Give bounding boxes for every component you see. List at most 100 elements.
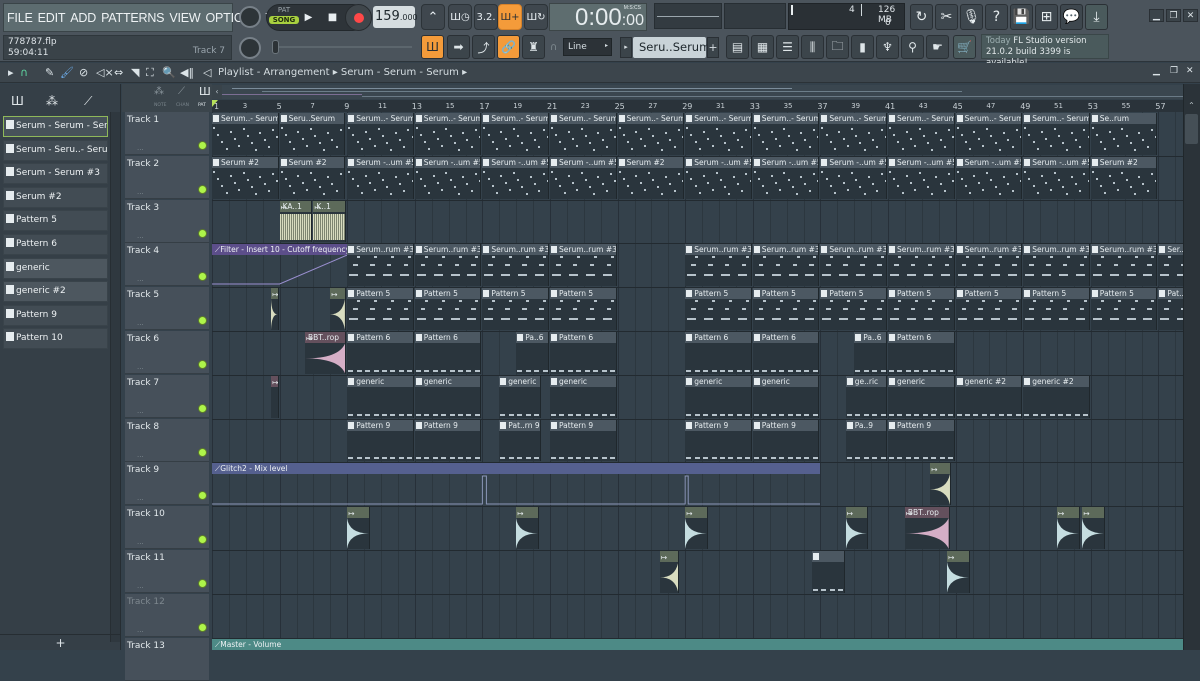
track-mute-led[interactable] (199, 142, 206, 149)
pattern-item[interactable]: Pattern 6 (3, 234, 108, 255)
stop-icon[interactable]: ■ (321, 4, 344, 31)
master-pitch-knob[interactable] (239, 37, 261, 59)
pattern-clip[interactable]: Pa..9 (845, 419, 887, 462)
link-button[interactable]: 🔗 (497, 35, 520, 59)
pattern-clip[interactable]: Serum..- Serum (1023, 113, 1090, 155)
piano-roll-button[interactable]: ▦ (751, 35, 774, 59)
slider-handle[interactable] (272, 40, 279, 54)
playlist-pattern-crumb[interactable]: Serum - Serum - Serum (341, 67, 459, 78)
audio-clip[interactable]: ↦ (330, 288, 347, 330)
pattern-clip[interactable]: Serum -..um #5 (550, 156, 617, 199)
add-pattern-plus[interactable]: + (0, 634, 121, 650)
pattern-item[interactable]: generic (3, 257, 108, 279)
wait-input-button[interactable]: Ш◷ (448, 4, 472, 30)
project-info-button[interactable]: ▮ (851, 35, 874, 59)
pattern-clip[interactable]: Pa..6 (854, 332, 887, 374)
pattern-clip[interactable]: Serum..- Serum (955, 113, 1023, 155)
pattern-clip[interactable]: Se..rum (1090, 113, 1158, 155)
pattern-clip[interactable]: generic #2 (1023, 375, 1090, 418)
piano-roll-tab-icon[interactable]: Ш (11, 94, 24, 108)
overdub-button[interactable]: Ш+ (498, 4, 522, 30)
scroll-left-icon[interactable]: ‹ (212, 85, 222, 99)
track-header[interactable]: Track 6... (125, 331, 209, 374)
pattern-clip[interactable]: Serum..rum #3 (1090, 244, 1158, 287)
pattern-clip[interactable]: Serum..- Serum (820, 113, 887, 155)
menu-view[interactable]: VIEW (169, 11, 200, 25)
pattern-clip[interactable]: Pattern 6 (752, 332, 820, 374)
pattern-item[interactable]: Pattern 10 (3, 328, 108, 350)
pattern-clip[interactable]: Serum -..um #5 (347, 156, 414, 199)
pattern-prev-button[interactable]: ▸ (620, 37, 632, 58)
pattern-clip[interactable]: Serum..- Serum (888, 113, 955, 155)
audio-clip[interactable]: ↦ (685, 507, 708, 549)
pattern-clip[interactable]: Pattern 6 (888, 332, 955, 374)
pattern-clip[interactable]: Pattern 5 (752, 288, 820, 330)
browser-button[interactable]: 🗀 (826, 35, 849, 59)
pattern-clip[interactable]: Pa..6 (516, 332, 549, 374)
pattern-clip[interactable]: Serum -..um #5 (752, 156, 820, 199)
track-options-icon[interactable]: ... (137, 582, 144, 590)
pattern-clip[interactable]: Pattern 5 (820, 288, 887, 330)
track-header[interactable]: Track 7... (125, 374, 209, 418)
track-header[interactable]: Track 9... (125, 462, 209, 506)
mixer-button[interactable]: ⫼ (801, 35, 824, 59)
chat-button[interactable]: 💬 (1060, 4, 1083, 30)
track-options-icon[interactable]: ... (137, 144, 144, 152)
channel-rack-button[interactable]: ☰ (776, 35, 799, 59)
audio-clip[interactable]: ↦ (1082, 507, 1105, 549)
track-mute-led[interactable] (199, 623, 206, 631)
track-mute-led[interactable] (199, 273, 206, 281)
pattern-clip[interactable]: Serum..rum #3 (888, 244, 955, 287)
pattern-clip[interactable]: Serum -..um #5 (820, 156, 887, 199)
automation-tab-icon[interactable]: ⟋ (84, 94, 92, 109)
track-header[interactable]: Track 5... (125, 287, 209, 331)
record-button[interactable] (345, 4, 372, 31)
pattern-filter-icon[interactable]: Ш (199, 85, 211, 98)
tempo-display[interactable]: 159.000 (373, 6, 418, 28)
track-header[interactable]: Track 1... (125, 112, 209, 155)
pattern-clip[interactable]: Seru..Serum (279, 113, 345, 155)
snap-select[interactable]: Line ▸ (563, 38, 612, 56)
track-mute-led[interactable] (199, 448, 206, 456)
loop-record-button[interactable]: Ш↻ (524, 4, 548, 30)
slice-icon[interactable]: ◥ (131, 66, 139, 79)
arrangement-grid[interactable]: Serum..- Serum Seru..Serum Serum..- Serum S… (212, 112, 1183, 650)
pattern-clip[interactable]: generic (550, 375, 617, 418)
maximize-playlist-icon[interactable]: ❐ (1170, 66, 1178, 76)
vertical-scrollbar[interactable] (1183, 84, 1200, 650)
track-mute-led[interactable] (199, 536, 206, 544)
pattern-clip[interactable]: Serum..- Serum (617, 113, 685, 155)
track-options-icon[interactable]: ... (137, 451, 144, 459)
track-header[interactable]: Track 8... (125, 418, 209, 462)
pattern-clip[interactable]: Serum..- Serum (347, 113, 414, 155)
pattern-clip[interactable] (811, 551, 845, 593)
master-pitch-slider[interactable] (272, 46, 412, 48)
track-options-icon[interactable]: ... (137, 363, 144, 371)
pattern-clip[interactable]: Serum..rum #3 (347, 244, 414, 287)
audio-clip[interactable]: ↦ (930, 463, 952, 506)
automation-filter-icon[interactable]: ⟋ (178, 86, 185, 97)
close-playlist-icon[interactable]: ✕ (1186, 66, 1194, 76)
track-header[interactable]: Track 13 (125, 637, 209, 681)
plugin-database-button[interactable]: ♆ (876, 35, 899, 59)
pattern-clip[interactable]: Serum..rum #3 (1023, 244, 1090, 287)
audio-tab-icon[interactable]: ⁂ (46, 94, 58, 108)
master-volume-knob[interactable] (239, 6, 261, 28)
undo-history-button[interactable]: ↻ (910, 4, 933, 30)
pattern-clip[interactable]: Pattern 5 (888, 288, 955, 330)
pattern-item[interactable]: Serum - Serum #3 (3, 163, 108, 185)
help-button[interactable]: ? (985, 4, 1008, 30)
audio-clip[interactable]: ↦ (516, 507, 539, 549)
pattern-clip[interactable]: Pattern 5 (955, 288, 1023, 330)
pattern-clip[interactable]: Serum -..um #5 (685, 156, 752, 199)
pattern-clip[interactable]: Pattern 9 (888, 419, 955, 462)
audio-clip[interactable]: ↦KA..1 (279, 200, 313, 243)
chan-filter-label[interactable]: CHAN (176, 103, 189, 108)
track-mute-led[interactable] (199, 229, 206, 237)
track-header[interactable]: Track 10... (125, 506, 209, 550)
pattern-clip[interactable]: Serum -..um #5 (482, 156, 549, 199)
pattern-clip[interactable]: Pattern 6 (347, 332, 414, 374)
automation-clip[interactable]: ⟋Filter - Insert 10 - Cutoff frequency (212, 244, 350, 256)
playhead-marker[interactable] (212, 100, 218, 107)
track-options-icon[interactable]: ... (137, 275, 144, 283)
